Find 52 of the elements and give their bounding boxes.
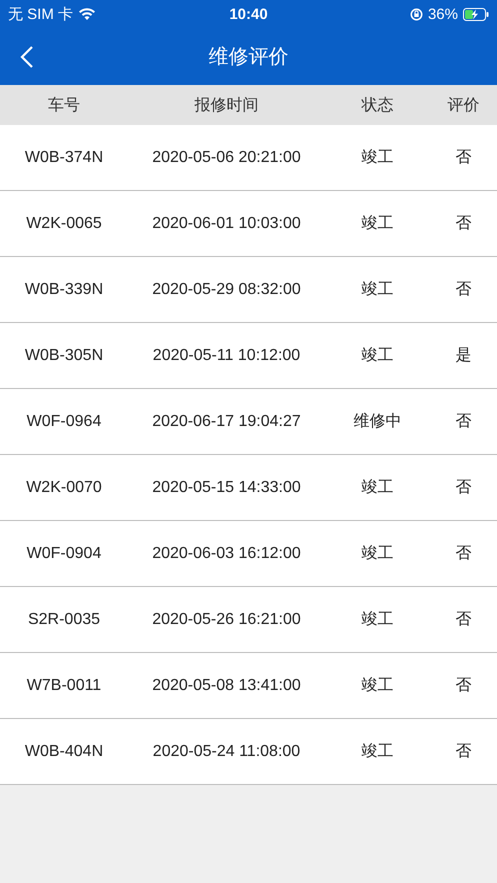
table-cell-text: 否: [454, 676, 472, 696]
rotation-lock-icon: [410, 8, 423, 20]
table-cell-text: 2020-05-15 14:33:00: [151, 478, 302, 496]
table-cell-text: 2020-06-01 10:03:00: [151, 214, 302, 232]
table-cell-text: 竣工: [360, 148, 394, 168]
table-cell-text: W2K-0065: [25, 214, 103, 232]
page-title: 维修评价: [208, 45, 288, 70]
clock-text: 10:40: [229, 6, 268, 22]
back-icon: [20, 44, 34, 68]
table-cell-text: 维修中: [352, 412, 402, 432]
table-cell-text: S2R-0035: [26, 610, 102, 628]
table-cell-text: W2K-0070: [25, 478, 103, 496]
table-cell-text: 竣工: [360, 214, 394, 234]
table-cell-text: 2020-05-11 10:12:00: [152, 346, 302, 364]
table-cell-text: 否: [454, 544, 472, 564]
table-cell-text: W0F-0964: [26, 412, 102, 430]
column-header: 评价: [446, 96, 480, 116]
table-cell-text: 2020-05-06 20:21:00: [151, 148, 302, 166]
table-cell-text: 否: [454, 280, 472, 300]
table-cell-text: 否: [454, 148, 472, 168]
table-cell-text: W7B-0011: [26, 676, 102, 694]
table-cell-text: 否: [454, 742, 472, 762]
column-header: 状态: [360, 96, 394, 116]
battery-text: 36%: [428, 6, 458, 22]
table-cell-text: 2020-06-03 16:12:00: [151, 544, 302, 562]
table-cell-text: 否: [454, 412, 472, 432]
table-cell-text: W0B-305N: [24, 346, 104, 364]
table-cell-text: W0F-0904: [26, 544, 102, 562]
table-cell-text: 竣工: [360, 346, 394, 366]
carrier-text: 无 SIM 卡: [8, 4, 74, 24]
table-cell-text: 竣工: [360, 742, 394, 762]
battery-charging-icon: [463, 8, 489, 20]
table-cell-text: W0B-374N: [24, 148, 104, 166]
table-cell-text: 否: [454, 610, 472, 630]
table-cell-text: 2020-05-24 11:08:00: [152, 742, 302, 760]
table-cell-text: 2020-06-17 19:04:27: [151, 412, 302, 430]
table-cell-text: 竣工: [360, 610, 394, 630]
table-cell-text: 2020-05-26 16:21:00: [151, 610, 302, 628]
table-cell-text: 竣工: [360, 478, 394, 498]
table-cell-text: W0B-404N: [24, 742, 104, 760]
column-header: 车号: [47, 96, 81, 116]
table-cell-text: W0B-339N: [24, 280, 104, 298]
table-cell-text: 2020-05-08 13:41:00: [151, 676, 302, 694]
column-header: 报修时间: [194, 96, 260, 116]
table-cell-text: 否: [454, 214, 472, 234]
table-cell-text: 竣工: [360, 280, 394, 300]
table-cell-text: 2020-05-29 08:32:00: [151, 280, 302, 298]
table-cell-text: 竣工: [360, 676, 394, 696]
table-cell-text: 否: [454, 478, 472, 498]
table-cell-text: 竣工: [360, 544, 394, 564]
table-cell-text: 是: [454, 346, 472, 366]
wifi-icon: [78, 7, 96, 21]
